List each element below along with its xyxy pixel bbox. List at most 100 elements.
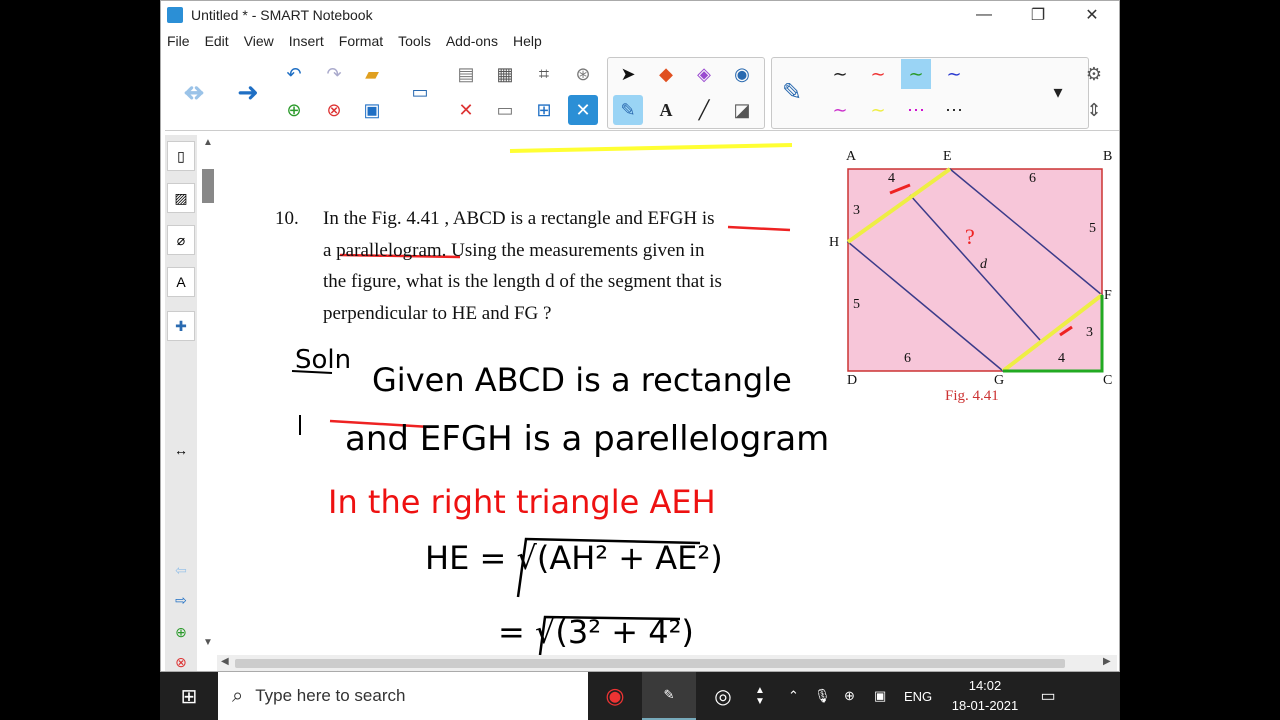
show-hidden-icons[interactable]: ⌃: [788, 688, 814, 704]
smart-notebook-taskbar-icon[interactable]: ✎: [642, 672, 696, 720]
paste-button[interactable]: ▤: [451, 59, 481, 89]
scroll-thumb[interactable]: [202, 169, 214, 203]
add-ons-tab[interactable]: ✚: [167, 311, 195, 341]
scroll-down-icon[interactable]: ▼: [203, 637, 213, 648]
menu-view[interactable]: View: [244, 33, 274, 49]
open-folder-icon[interactable]: ▰: [357, 59, 387, 89]
move-toolbar-icon[interactable]: ⇕: [1079, 95, 1109, 125]
taskbar-search[interactable]: ⌕ Type here to search: [218, 672, 588, 720]
pen-red[interactable]: ∼: [863, 59, 893, 89]
pen-magenta[interactable]: ∼: [825, 95, 855, 125]
pen-icon[interactable]: ✎: [777, 77, 807, 107]
vertical-scrollbar[interactable]: ▲ ▼: [199, 135, 217, 655]
measure-hd: 5: [853, 297, 860, 312]
resize-sidebar-icon[interactable]: ↔: [167, 435, 195, 465]
eraser-icon[interactable]: ◈: [689, 59, 719, 89]
eraser-tool-icon[interactable]: ◪: [727, 95, 757, 125]
screen-shade-button[interactable]: ▭: [490, 95, 520, 125]
network-icon[interactable]: ⊕: [844, 688, 874, 704]
pen-blue[interactable]: ∼: [939, 59, 969, 89]
menu-addons[interactable]: Add-ons: [446, 33, 498, 49]
next-page-icon[interactable]: ⇨: [167, 585, 195, 615]
add-page-side-icon[interactable]: ⊕: [167, 617, 195, 647]
windows-start-icon[interactable]: ⊞: [160, 672, 218, 720]
scroll-left-icon[interactable]: ◀: [221, 656, 229, 667]
insert-button[interactable]: ⊛: [568, 59, 598, 89]
clock-time: 14:02: [968, 678, 1002, 693]
hand-line-2: and EFGH is a parellelogram: [345, 419, 830, 459]
vertex-e: E: [943, 149, 952, 164]
vertex-f: F: [1104, 288, 1112, 303]
menu-format[interactable]: Format: [339, 33, 383, 49]
back-button[interactable]: ➜: [179, 77, 209, 107]
problem-line-2: a parallelogram. Using the measurements …: [323, 239, 705, 261]
gallery-tab[interactable]: ▨: [167, 183, 195, 213]
fill-icon[interactable]: ◉: [727, 59, 757, 89]
problem-line-3: the figure, what is the length d of the …: [323, 271, 722, 292]
text-icon[interactable]: A: [651, 95, 681, 125]
microphone-icon[interactable]: 🎙: [814, 688, 844, 704]
horizontal-scrollbar[interactable]: ◀ ▶: [217, 655, 1117, 671]
scroll-right-icon[interactable]: ▶: [1103, 656, 1111, 667]
delete-page-button[interactable]: ⊗: [319, 95, 349, 125]
redo-button[interactable]: ↷: [319, 59, 349, 89]
table-button[interactable]: ⊞: [529, 95, 559, 125]
title-bar: Untitled * - SMART Notebook — ❐ ✕: [161, 1, 1119, 29]
dropdown-arrow-icon[interactable]: ▾: [1043, 77, 1073, 107]
menu-edit[interactable]: Edit: [205, 33, 229, 49]
measure-ae: 4: [888, 171, 895, 186]
hand-eq-1: HE = √(AH² + AE²): [425, 539, 723, 577]
obs-icon[interactable]: ◎: [696, 672, 750, 720]
smart-notebook-icon: [167, 7, 183, 23]
forward-button[interactable]: ➜: [233, 77, 263, 107]
save-button[interactable]: ▣: [357, 95, 387, 125]
problem-number: 10.: [275, 208, 299, 229]
notification-icon[interactable]: ▭: [1026, 686, 1070, 706]
properties-tab[interactable]: A: [167, 267, 195, 297]
maximize-button[interactable]: ❐: [1011, 1, 1065, 29]
clock[interactable]: 14:02 18-01-2021: [944, 676, 1026, 716]
taskbar-scroll-icon[interactable]: ▲ ▼: [750, 685, 770, 707]
pen-magenta-dashed[interactable]: ⋯: [901, 95, 931, 125]
pen-black-dashed[interactable]: ⋯: [939, 95, 969, 125]
shapes-icon[interactable]: ◆: [651, 59, 681, 89]
question-mark: ?: [965, 224, 975, 249]
line-icon[interactable]: ╱: [689, 95, 719, 125]
menu-file[interactable]: File: [167, 33, 190, 49]
add-page-button[interactable]: ⊕: [279, 95, 309, 125]
scroll-up-icon[interactable]: ▲: [203, 137, 213, 148]
close-button[interactable]: ✕: [1065, 1, 1119, 29]
minimize-button[interactable]: —: [957, 1, 1011, 29]
display-screen-icon[interactable]: ▭: [405, 77, 435, 107]
select-pointer-icon[interactable]: ➤: [613, 59, 643, 89]
undo-button[interactable]: ↶: [279, 59, 309, 89]
vertex-a: A: [846, 149, 857, 164]
window-title: Untitled * - SMART Notebook: [191, 7, 373, 23]
menu-tools[interactable]: Tools: [398, 33, 431, 49]
pen-black[interactable]: ∼: [825, 59, 855, 89]
measure-eb: 6: [1029, 171, 1036, 186]
pen-green[interactable]: ∼: [901, 59, 931, 89]
screen-capture-button[interactable]: ▦: [490, 59, 520, 89]
chrome-icon[interactable]: ◉: [588, 672, 642, 720]
close-toolbar-button[interactable]: ✕: [568, 95, 598, 125]
language-indicator[interactable]: ENG: [904, 689, 944, 704]
h-scroll-thumb[interactable]: [235, 659, 1065, 668]
search-icon: ⌕: [232, 684, 244, 707]
problem-line-1: In the Fig. 4.41 , ABCD is a rectangle a…: [323, 208, 715, 229]
delete-button[interactable]: ✕: [451, 95, 481, 125]
vertex-c: C: [1103, 373, 1113, 388]
pens-icon[interactable]: ✎: [613, 95, 643, 125]
pen-yellow[interactable]: ∼: [863, 95, 893, 125]
previous-page-icon[interactable]: ⇦: [167, 555, 195, 585]
gear-icon[interactable]: ⚙: [1079, 59, 1109, 89]
capture-button[interactable]: ⌗: [529, 59, 559, 89]
page-sorter-tab[interactable]: ▯: [167, 141, 195, 171]
vertex-b: B: [1103, 149, 1113, 164]
menu-insert[interactable]: Insert: [289, 33, 324, 49]
menu-help[interactable]: Help: [513, 33, 542, 49]
attachments-tab[interactable]: ⌀: [167, 225, 195, 255]
display-icon[interactable]: ▣: [874, 688, 904, 704]
vertex-h: H: [829, 235, 840, 250]
canvas[interactable]: 10. In the Fig. 4.41 , ABCD is a rectang…: [199, 135, 1119, 655]
